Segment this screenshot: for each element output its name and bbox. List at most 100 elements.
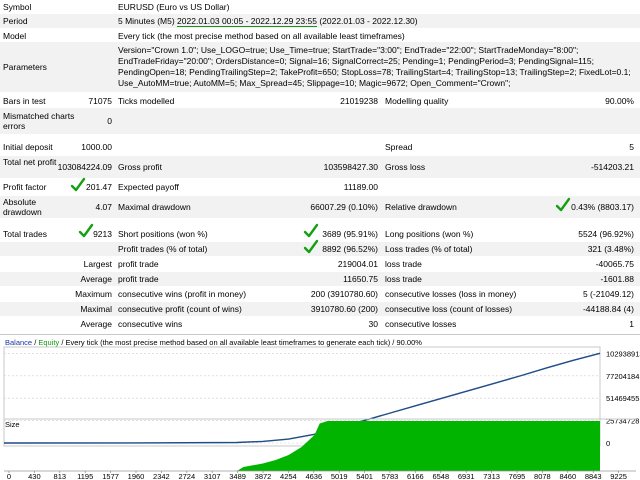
x-tick-label: 7313 xyxy=(483,472,500,480)
bars-label: Bars in test xyxy=(3,96,46,106)
chart-legend-text: Balance / Equity / Every tick (the most … xyxy=(5,338,422,347)
profit-factor-value: 201.47 xyxy=(86,182,112,192)
maximum-losses-value: 5 (-21049.12) xyxy=(582,289,634,299)
average-wins-value: 30 xyxy=(368,319,378,329)
expected-payoff-label: Expected payoff xyxy=(118,182,179,192)
quality-label: Modelling quality xyxy=(385,96,449,106)
gross-loss-label: Gross loss xyxy=(385,162,426,172)
maximal-loss-label: consecutive loss (count of losses) xyxy=(385,304,513,314)
largest-profit-label: profit trade xyxy=(118,259,159,269)
x-tick-label: 3489 xyxy=(229,472,246,480)
profit-factor-label: Profit factor xyxy=(3,182,47,192)
average-losses-label: consecutive losses xyxy=(385,319,457,329)
ticks-value: 21019238 xyxy=(340,96,378,106)
model-value: Every tick (the most precise method base… xyxy=(118,31,405,41)
maximum-label: Maximum xyxy=(75,289,112,299)
bars-row: Bars in test 71075 Ticks modelled 210192… xyxy=(0,94,640,108)
average-consecutive-row: Average consecutive wins 30 consecutive … xyxy=(0,317,640,331)
y-tick-label: 77204184 xyxy=(606,372,639,381)
profit-trades-label: Profit trades (% of total) xyxy=(118,244,208,254)
period-dates: 2022.01.03 00:05 - 2022.12.29 23:55 xyxy=(177,16,317,27)
profit-trades-value: 8892 (96.52%) xyxy=(322,244,378,254)
largest-loss-label: loss trade xyxy=(385,259,422,269)
quality-value: 90.00% xyxy=(605,96,634,106)
x-tick-label: 6548 xyxy=(432,472,449,480)
deposit-label: Initial deposit xyxy=(3,142,53,152)
symbol-row: Symbol EURUSD (Euro vs US Dollar) xyxy=(0,0,640,14)
period-value: 5 Minutes (M5) 2022.01.03 00:05 - 2022.1… xyxy=(118,16,418,27)
deposit-row: Initial deposit 1000.00 Spread 5 xyxy=(0,140,640,154)
checkmark-icon xyxy=(70,177,86,193)
balance-chart-svg: Balance / Equity / Every tick (the most … xyxy=(3,338,640,480)
largest-loss-value: -40065.75 xyxy=(595,259,634,269)
profit-factor-row: Profit factor 201.47 Expected payoff 111… xyxy=(0,177,640,194)
maximal-profit-label: consecutive profit (count of wins) xyxy=(118,304,242,314)
average-row: Average profit trade 11650.75 loss trade… xyxy=(0,272,640,286)
short-positions-label: Short positions (won %) xyxy=(118,229,208,239)
x-tick-label: 4636 xyxy=(305,472,322,480)
drawdown-row: Absolute drawdown 4.07 Maximal drawdown … xyxy=(0,196,640,218)
absolute-drawdown-value: 4.07 xyxy=(95,202,112,212)
x-tick-label: 3107 xyxy=(204,472,221,480)
x-tick-label: 8460 xyxy=(559,472,576,480)
gross-loss-value: -514203.21 xyxy=(590,162,634,172)
x-tick-label: 4254 xyxy=(280,472,297,480)
gross-profit-label: Gross profit xyxy=(118,162,162,172)
average-wins-label: consecutive wins xyxy=(118,319,183,329)
x-tick-label: 5401 xyxy=(356,472,373,480)
checkmark-icon xyxy=(555,197,571,213)
x-tick-label: 8843 xyxy=(585,472,602,480)
x-tick-label: 6166 xyxy=(407,472,424,480)
x-tick-label: 5019 xyxy=(331,472,348,480)
mismatched-value: 0 xyxy=(107,116,112,126)
chart-legend: Balance / Equity / Every tick (the most … xyxy=(5,338,422,347)
spread-value: 5 xyxy=(629,142,634,152)
average-loss-value: -1601.88 xyxy=(600,274,634,284)
loss-trades-value: 321 (3.48%) xyxy=(587,244,634,254)
x-tick-label: 8078 xyxy=(534,472,551,480)
loss-trades-label: Loss trades (% of total) xyxy=(385,244,473,254)
size-panel: Size xyxy=(4,418,636,472)
relative-drawdown-label: Relative drawdown xyxy=(385,202,457,212)
ticks-label: Ticks modelled xyxy=(118,96,175,106)
y-tick-label: 25734728 xyxy=(606,417,639,426)
maximum-losses-label: consecutive losses (loss in money) xyxy=(385,289,517,299)
mismatched-row: Mismatched charts errors 0 xyxy=(0,108,640,134)
x-tick-label: 2342 xyxy=(153,472,170,480)
x-tick-label: 813 xyxy=(54,472,67,480)
parameters-line: Version="Crown 1.0"; Use_LOGO=true; Use_… xyxy=(118,45,579,55)
maximum-row: Maximum consecutive wins (profit in mone… xyxy=(0,287,640,301)
period-row: Period 5 Minutes (M5) 2022.01.03 00:05 -… xyxy=(0,14,640,28)
long-positions-value: 5524 (96.92%) xyxy=(578,229,634,239)
maximum-wins-label: consecutive wins (profit in money) xyxy=(118,289,247,299)
parameters-line: PendingOpen=18; PendingTrailingStep=2; T… xyxy=(118,67,631,77)
largest-profit-value: 219004.01 xyxy=(337,259,378,269)
maximal-drawdown-value: 66007.29 (0.10%) xyxy=(310,202,378,212)
average-loss-label: loss trade xyxy=(385,274,422,284)
average-label: Average xyxy=(80,274,112,284)
mismatched-label: Mismatched charts errors xyxy=(3,111,75,131)
maximal-label: Maximal xyxy=(80,304,112,314)
maximum-wins-value: 200 (3910780.60) xyxy=(310,289,378,299)
legend-description: / Every tick (the most precise method ba… xyxy=(59,338,422,347)
x-tick-label: 7695 xyxy=(509,472,526,480)
net-profit-value: 103084224.09 xyxy=(57,162,112,172)
average-consecutive-label: Average xyxy=(80,319,112,329)
maximal-profit-value: 3910780.60 (200) xyxy=(310,304,378,314)
total-trades-row: Total trades 9213 Short positions (won %… xyxy=(0,223,640,242)
symbol-value: EURUSD (Euro vs US Dollar) xyxy=(118,2,230,12)
net-profit-row: Total net profit 103084224.09 Gross prof… xyxy=(0,156,640,178)
period-timeframe: 5 Minutes (M5) xyxy=(118,16,178,26)
bars-value: 71075 xyxy=(88,96,112,106)
deposit-value: 1000.00 xyxy=(81,142,112,152)
maximal-drawdown-label: Maximal drawdown xyxy=(118,202,191,212)
spread-label: Spread xyxy=(385,142,413,152)
average-profit-value: 11650.75 xyxy=(343,274,378,284)
x-tick-label: 1195 xyxy=(77,472,93,480)
maximal-loss-value: -44188.84 (4) xyxy=(582,304,634,314)
symbol-label: Symbol xyxy=(3,2,32,12)
checkmark-icon xyxy=(78,223,94,239)
parameters-label: Parameters xyxy=(3,62,47,72)
model-row: Model Every tick (the most precise metho… xyxy=(0,28,640,42)
profit-trades-row: Profit trades (% of total) 8892 (96.52%)… xyxy=(0,239,640,256)
